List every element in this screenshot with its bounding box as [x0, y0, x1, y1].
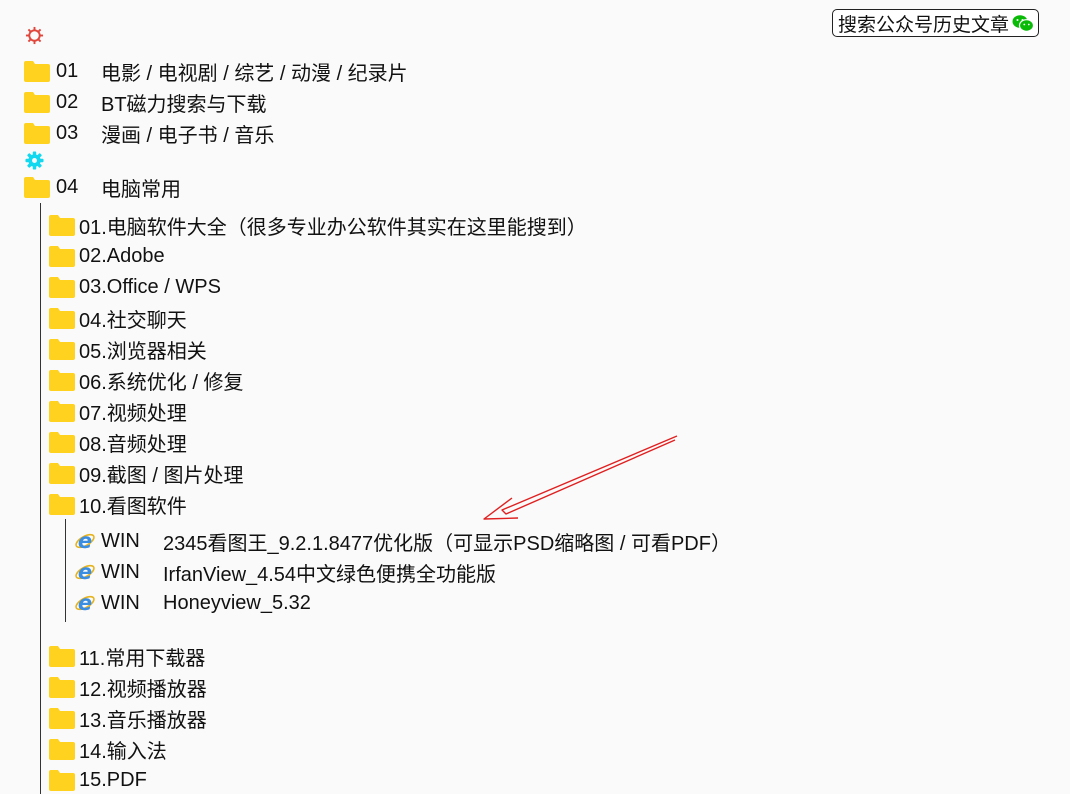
subfolder-item[interactable]: 04.社交聊天 — [49, 305, 187, 332]
file-item[interactable]: e WIN 2345看图王_9.2.1.8477优化版（可显示PSD缩略图 / … — [74, 528, 731, 555]
subfolder-item[interactable]: 02.Adobe — [49, 243, 165, 269]
gear-icon[interactable] — [25, 151, 44, 170]
subfolder-item[interactable]: 03.Office / WPS — [49, 274, 221, 300]
folder-item-02[interactable]: 02 BT磁力搜索与下载 — [24, 89, 267, 116]
subfolder-item[interactable]: 06.系统优化 / 修复 — [49, 367, 244, 394]
folder-icon — [49, 276, 75, 298]
subfolder-label: 01.电脑软件大全（很多专业办公软件其实在这里能搜到） — [79, 216, 587, 239]
folder-label: 电脑常用 — [101, 178, 181, 201]
folder-icon — [49, 493, 75, 515]
subfolder-item[interactable]: 09.截图 / 图片处理 — [49, 460, 244, 487]
subfolder-item[interactable]: 13.音乐播放器 — [49, 705, 207, 732]
folder-number: 04 — [56, 175, 79, 198]
folder-label: 电影 / 电视剧 / 综艺 / 动漫 / 纪录片 — [101, 62, 408, 85]
folder-icon — [24, 91, 50, 113]
subfolder-item[interactable]: 15.PDF — [49, 767, 147, 793]
subfolder-label: 03.Office / WPS — [79, 275, 221, 298]
folder-icon — [49, 462, 75, 484]
folder-icon — [49, 707, 75, 729]
folder-item-04[interactable]: 04 电脑常用 — [24, 174, 181, 201]
subfolder-item[interactable]: 12.视频播放器 — [49, 674, 207, 701]
file-label: Honeyview_5.32 — [163, 591, 311, 614]
subfolder-label: 13.音乐播放器 — [79, 709, 207, 732]
search-history-label: 搜索公众号历史文章 — [838, 14, 1010, 36]
page: 搜索公众号历史文章 01 电影 / 电视剧 / 综艺 / 动漫 / 纪录片 02… — [0, 0, 1070, 794]
folder-icon — [49, 431, 75, 453]
subfolder-label: 05.浏览器相关 — [79, 340, 207, 363]
folder-icon — [24, 122, 50, 144]
subfolder-label: 04.社交聊天 — [79, 309, 187, 332]
subfolder-item[interactable]: 11.常用下载器 — [49, 643, 206, 670]
folder-item-03[interactable]: 03 漫画 / 电子书 / 音乐 — [24, 120, 275, 147]
subfolder-label: 08.音频处理 — [79, 433, 187, 456]
folder-icon — [49, 400, 75, 422]
subfolder-item[interactable]: 08.音频处理 — [49, 429, 187, 456]
folder-icon — [24, 176, 50, 198]
folder-icon — [49, 676, 75, 698]
folder-icon — [49, 307, 75, 329]
folder-label: 漫画 / 电子书 / 音乐 — [101, 124, 275, 147]
folder-icon — [49, 245, 75, 267]
folder-label: BT磁力搜索与下载 — [101, 93, 267, 116]
file-label: 2345看图王_9.2.1.8477优化版（可显示PSD缩略图 / 可看PDF） — [163, 532, 731, 555]
folder-number: 03 — [56, 121, 79, 144]
folder-icon — [49, 738, 75, 760]
wechat-icon — [1012, 14, 1035, 33]
svg-text:e: e — [78, 530, 92, 552]
folder-icon — [49, 645, 75, 667]
tree-connector-line — [65, 519, 66, 622]
ie-icon: e — [75, 530, 95, 552]
subfolder-label: 02.Adobe — [79, 244, 165, 267]
file-item[interactable]: e WIN IrfanView_4.54中文绿色便携全功能版 — [74, 559, 497, 586]
folder-number: 02 — [56, 90, 79, 113]
subfolder-label: 10.看图软件 — [79, 495, 187, 518]
svg-text:e: e — [78, 561, 92, 583]
subfolder-item[interactable]: 01.电脑软件大全（很多专业办公软件其实在这里能搜到） — [49, 212, 587, 239]
subfolder-label: 12.视频播放器 — [79, 678, 207, 701]
gear-icon[interactable] — [25, 26, 44, 45]
subfolder-label: 11.常用下载器 — [79, 647, 206, 670]
folder-item-01[interactable]: 01 电影 / 电视剧 / 综艺 / 动漫 / 纪录片 — [24, 58, 408, 85]
subfolder-item[interactable]: 07.视频处理 — [49, 398, 187, 425]
ie-icon: e — [75, 592, 95, 614]
subfolder-label: 09.截图 / 图片处理 — [79, 464, 244, 487]
svg-text:e: e — [78, 592, 92, 614]
file-item[interactable]: e WIN Honeyview_5.32 — [74, 590, 311, 616]
file-platform: WIN — [101, 529, 140, 552]
folder-icon — [49, 338, 75, 360]
search-history-button[interactable]: 搜索公众号历史文章 — [832, 9, 1040, 37]
file-label: IrfanView_4.54中文绿色便携全功能版 — [163, 563, 497, 586]
subfolder-label: 06.系统优化 / 修复 — [79, 371, 244, 394]
tree-connector-line — [40, 203, 41, 794]
subfolder-label: 15.PDF — [79, 768, 147, 791]
folder-icon — [49, 214, 75, 236]
folder-icon — [49, 769, 75, 791]
subfolder-label: 07.视频处理 — [79, 402, 187, 425]
folder-icon — [49, 369, 75, 391]
file-platform: WIN — [101, 591, 140, 614]
file-platform: WIN — [101, 560, 140, 583]
folder-number: 01 — [56, 59, 79, 82]
subfolder-item[interactable]: 10.看图软件 — [49, 491, 187, 518]
subfolder-label: 14.输入法 — [79, 740, 167, 763]
subfolder-item[interactable]: 14.输入法 — [49, 736, 167, 763]
ie-icon: e — [75, 561, 95, 583]
folder-icon — [24, 60, 50, 82]
subfolder-item[interactable]: 05.浏览器相关 — [49, 336, 207, 363]
